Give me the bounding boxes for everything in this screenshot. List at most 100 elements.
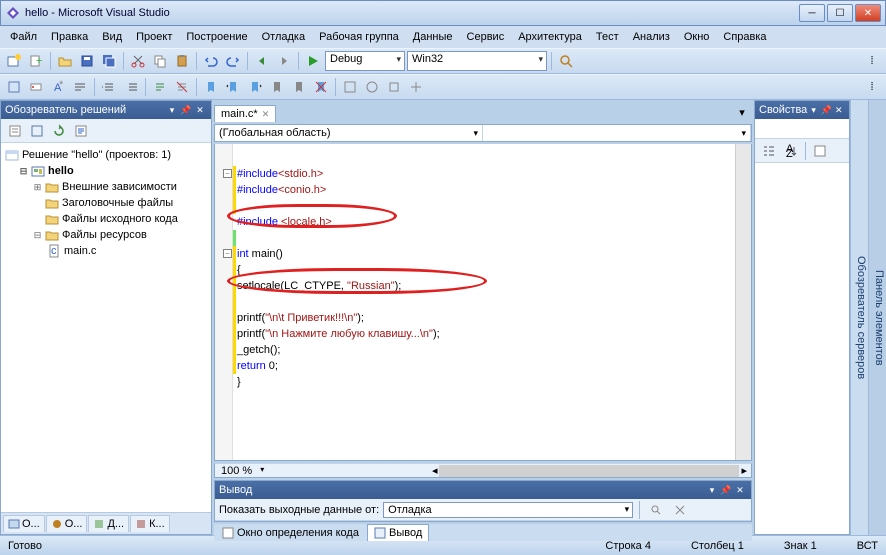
- comment-icon[interactable]: [150, 77, 170, 97]
- copy-icon[interactable]: [150, 51, 170, 71]
- solution-node[interactable]: Решение "hello" (проектов: 1): [5, 147, 207, 163]
- menu-architecture[interactable]: Архитектура: [512, 29, 588, 45]
- menu-view[interactable]: Вид: [96, 29, 128, 45]
- editor-scrollbar[interactable]: [735, 144, 751, 460]
- paste-icon[interactable]: [172, 51, 192, 71]
- member-combo[interactable]: [483, 125, 751, 141]
- maximize-button[interactable]: ☐: [827, 4, 853, 22]
- tab-list-icon[interactable]: ▾: [732, 102, 752, 122]
- redo-icon[interactable]: [223, 51, 243, 71]
- bookmark-prev-icon[interactable]: [223, 77, 243, 97]
- properties-icon[interactable]: [5, 121, 25, 141]
- undo-icon[interactable]: [201, 51, 221, 71]
- tab-code-definition[interactable]: Окно определения кода: [216, 525, 365, 541]
- toolbox-strip[interactable]: Панель элементов: [868, 100, 886, 535]
- output-header[interactable]: Вывод ▾ 📌 ✕: [215, 481, 751, 499]
- prop-object-combo[interactable]: [755, 119, 849, 139]
- zoom-combo[interactable]: 100 %: [219, 465, 266, 477]
- tab-sol-explorer[interactable]: О...: [3, 515, 45, 532]
- menu-data[interactable]: Данные: [407, 29, 459, 45]
- menu-build[interactable]: Построение: [180, 29, 253, 45]
- menu-debug[interactable]: Отладка: [256, 29, 311, 45]
- output-clear-icon[interactable]: [670, 500, 690, 520]
- tab-class-view[interactable]: Д...: [88, 515, 129, 532]
- menu-test[interactable]: Тест: [590, 29, 625, 45]
- new-project-icon[interactable]: [4, 51, 24, 71]
- object-browser-icon[interactable]: [4, 77, 24, 97]
- source-files-folder[interactable]: Файлы исходного кода: [5, 211, 207, 227]
- toolbar-overflow-icon[interactable]: ⁞: [862, 51, 882, 71]
- header-files-folder[interactable]: Заголовочные файлы: [5, 195, 207, 211]
- param-info-icon[interactable]: [26, 77, 46, 97]
- menu-window[interactable]: Окно: [678, 29, 716, 45]
- properties-header[interactable]: Свойства ▾ 📌 ✕: [755, 101, 849, 119]
- menu-project[interactable]: Проект: [130, 29, 178, 45]
- panel-close-icon[interactable]: ✕: [193, 103, 207, 117]
- bookmark-icon[interactable]: [201, 77, 221, 97]
- view-code-icon[interactable]: [71, 121, 91, 141]
- misc-icon-3[interactable]: [384, 77, 404, 97]
- nav-fwd-icon[interactable]: [274, 51, 294, 71]
- tab-team-explorer[interactable]: О...: [46, 515, 88, 532]
- menu-tools[interactable]: Сервис: [461, 29, 511, 45]
- ext-deps-folder[interactable]: ⊞Внешние зависимости: [5, 179, 207, 195]
- indent-more-icon[interactable]: [121, 77, 141, 97]
- resource-files-folder[interactable]: ⊟Файлы ресурсов: [5, 227, 207, 243]
- uncomment-icon[interactable]: [172, 77, 192, 97]
- hscroll-left-icon[interactable]: ◂: [432, 464, 438, 477]
- tab-main-c[interactable]: main.c*✕: [214, 105, 276, 122]
- solution-explorer-header[interactable]: Обозреватель решений ▾ 📌 ✕: [1, 101, 211, 119]
- add-item-icon[interactable]: +: [26, 51, 46, 71]
- alphabetical-icon[interactable]: AZ: [781, 141, 801, 161]
- tab-close-icon[interactable]: ✕: [262, 109, 270, 120]
- tab-output[interactable]: Вывод: [367, 524, 429, 541]
- platform-combo[interactable]: Win32: [407, 51, 547, 71]
- scope-combo[interactable]: (Глобальная область): [215, 125, 483, 141]
- misc-icon-2[interactable]: [362, 77, 382, 97]
- misc-icon-4[interactable]: [406, 77, 426, 97]
- tab-other[interactable]: К...: [130, 515, 170, 532]
- config-combo[interactable]: Debug: [325, 51, 405, 71]
- prop-pages-icon[interactable]: [810, 141, 830, 161]
- save-all-icon[interactable]: [99, 51, 119, 71]
- output-find-icon[interactable]: [646, 500, 666, 520]
- outline-margin[interactable]: [215, 144, 233, 460]
- menu-file[interactable]: Файл: [4, 29, 43, 45]
- indent-less-icon[interactable]: [99, 77, 119, 97]
- bookmark-next-icon[interactable]: [245, 77, 265, 97]
- menu-edit[interactable]: Правка: [45, 29, 94, 45]
- menu-team[interactable]: Рабочая группа: [313, 29, 405, 45]
- bookmark-next-folder-icon[interactable]: [289, 77, 309, 97]
- project-node[interactable]: ⊟hello: [5, 163, 207, 179]
- output-source-combo[interactable]: Отладка: [383, 502, 633, 518]
- output-close-icon[interactable]: ✕: [733, 483, 747, 497]
- save-icon[interactable]: [77, 51, 97, 71]
- code-editor[interactable]: −#include<stdio.h> #include<conio.h> #in…: [214, 144, 752, 461]
- open-icon[interactable]: [55, 51, 75, 71]
- hscroll-right-icon[interactable]: ▸: [741, 464, 747, 477]
- panel-dropdown-icon[interactable]: ▾: [165, 103, 179, 117]
- quick-info-icon[interactable]: A*: [48, 77, 68, 97]
- categorized-icon[interactable]: [759, 141, 779, 161]
- hscrollbar[interactable]: [439, 465, 739, 477]
- menu-analyze[interactable]: Анализ: [627, 29, 676, 45]
- menu-help[interactable]: Справка: [717, 29, 772, 45]
- output-pin-icon[interactable]: 📌: [719, 483, 733, 497]
- close-button[interactable]: ✕: [855, 4, 881, 22]
- solution-tree[interactable]: Решение "hello" (проектов: 1) ⊟hello ⊞Вн…: [1, 143, 211, 512]
- nav-back-icon[interactable]: [252, 51, 272, 71]
- pin-icon[interactable]: 📌: [179, 103, 193, 117]
- find-icon[interactable]: [556, 51, 576, 71]
- minimize-button[interactable]: ─: [799, 4, 825, 22]
- prop-pin-icon[interactable]: 📌: [820, 103, 833, 117]
- show-all-icon[interactable]: [27, 121, 47, 141]
- properties-grid[interactable]: [755, 163, 849, 534]
- word-wrap-icon[interactable]: [70, 77, 90, 97]
- prop-close-icon[interactable]: ✕: [832, 103, 845, 117]
- output-dropdown-icon[interactable]: ▾: [705, 483, 719, 497]
- misc-icon-1[interactable]: [340, 77, 360, 97]
- bookmark-prev-folder-icon[interactable]: [267, 77, 287, 97]
- code-text[interactable]: −#include<stdio.h> #include<conio.h> #in…: [233, 144, 735, 460]
- prop-dropdown-icon[interactable]: ▾: [807, 103, 820, 117]
- bookmark-clear-icon[interactable]: [311, 77, 331, 97]
